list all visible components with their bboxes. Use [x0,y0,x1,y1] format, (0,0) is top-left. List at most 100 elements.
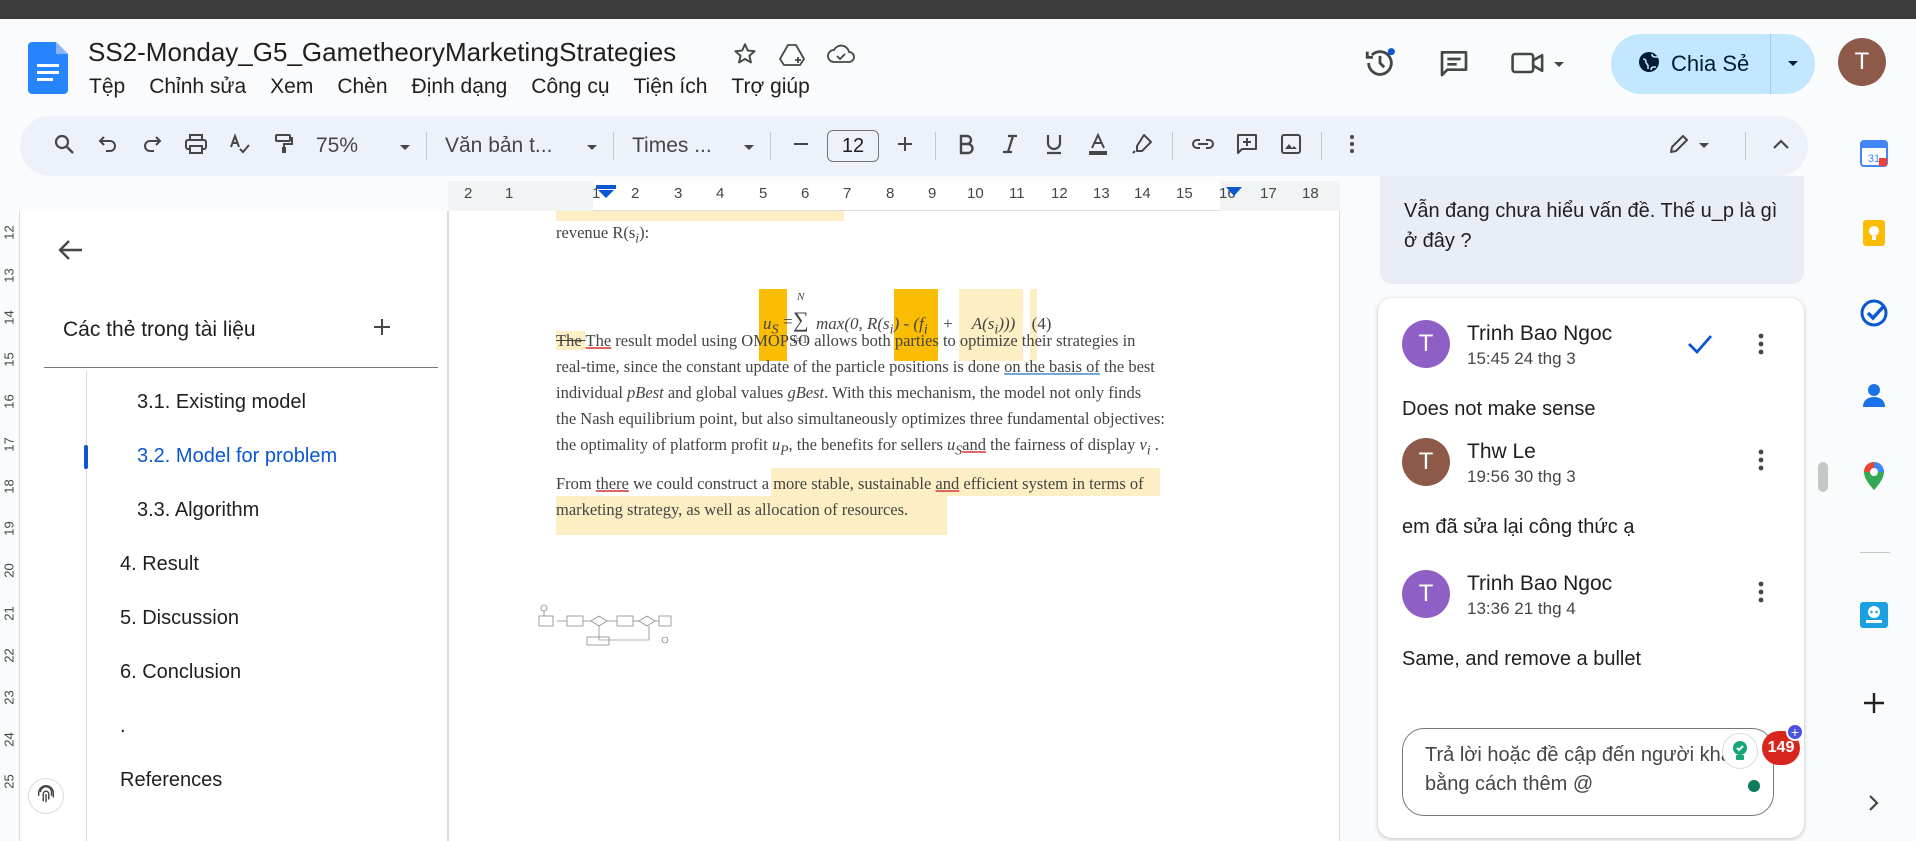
text-run: and global values [663,383,788,402]
avatar: T [1402,570,1450,618]
close-outline-button[interactable] [54,235,88,269]
chevron-up-icon [1771,137,1791,156]
comment-more-button[interactable] [1743,328,1779,364]
menu-help[interactable]: Trợ giúp [731,75,821,99]
comment-more-button[interactable] [1743,576,1779,612]
previous-comment-text[interactable]: Vẫn đang chưa hiểu vấn đề. Thế u_p là gì… [1380,176,1804,284]
reply-input[interactable]: Trả lời hoặc đề cập đến người khác bằng … [1402,728,1774,816]
outline-item[interactable]: 4. Result [120,553,199,576]
vruler-tick: 21 [1,606,17,621]
vruler-tick: 16 [1,394,17,409]
ruler-tick: 3 [674,185,683,202]
docs-logo-icon[interactable] [28,42,68,94]
outline-item-active[interactable]: 3.2. Model for problem [137,445,337,468]
scrollbar-thumb[interactable] [1818,462,1828,492]
print-button[interactable] [174,124,218,168]
plus-icon[interactable] [1856,685,1892,721]
cloud-saved-icon[interactable] [826,39,856,69]
outline-item[interactable]: . [120,715,126,738]
outline-item[interactable]: 6. Conclusion [120,661,241,684]
font-size-input[interactable]: 12 [827,130,879,162]
resolve-button[interactable] [1680,326,1720,366]
add-comment-button[interactable] [1225,124,1269,168]
maps-icon[interactable] [1856,458,1892,494]
account-avatar[interactable]: T [1838,38,1886,86]
star-icon[interactable] [730,39,760,69]
redo-button[interactable] [130,124,174,168]
grammar-extension-badge[interactable]: 149 + [1722,723,1804,773]
comment-more-button[interactable] [1743,444,1779,480]
outline-item[interactable]: 3.3. Algorithm [137,499,259,522]
comments-button[interactable] [1432,35,1476,95]
italic-button[interactable] [988,124,1032,168]
menu-view[interactable]: Xem [270,75,325,99]
increase-font-size-button[interactable] [883,124,927,168]
toolbar-divider [1745,132,1746,160]
underline-button[interactable] [1032,124,1076,168]
indent-marker-icon[interactable] [594,185,618,199]
share-button[interactable]: Chia Sẻ [1611,34,1815,94]
horizontal-ruler[interactable]: 2 1 1 2 3 4 5 6 7 8 9 10 11 12 13 14 15 … [448,181,1340,211]
decrease-font-size-button[interactable] [779,124,823,168]
contacts-icon[interactable] [1856,377,1892,413]
calendar-icon[interactable]: 31 [1856,135,1892,171]
document-title[interactable]: SS2-Monday_G5_GametheoryMarketingStrateg… [88,37,676,68]
side-panel-divider [1860,552,1890,553]
chevron-down-icon [1786,55,1800,73]
paragraph-line: marketing strategy, as well as allocatio… [556,500,908,520]
keep-icon[interactable] [1856,215,1892,251]
menu-edit[interactable]: Chỉnh sửa [149,75,258,99]
chevron-down-icon [1697,137,1711,155]
menu-format[interactable]: Định dạng [412,75,520,99]
outline-item[interactable]: References [120,769,222,792]
text-run: individual [556,383,628,402]
outline-item[interactable]: 5. Discussion [120,607,239,630]
insert-image-button[interactable] [1269,124,1313,168]
ruler-tick: 2 [464,185,473,202]
undo-button[interactable] [86,124,130,168]
comment-text: em đã sửa lại công thức ạ [1402,516,1635,538]
paint-format-button[interactable] [262,124,306,168]
fingerprint-button[interactable] [28,778,64,814]
share-options-button[interactable] [1771,55,1815,73]
spellcheck-button[interactable] [218,124,262,168]
paragraph-line: From there we could construct a more sta… [556,474,1144,494]
more-vertical-icon [1757,448,1765,477]
expand-panel-icon[interactable] [1856,785,1892,821]
flowchart-image[interactable] [537,604,672,649]
right-indent-marker-icon[interactable] [1226,185,1242,197]
search-menus-button[interactable] [42,124,86,168]
menu-insert[interactable]: Chèn [337,75,399,99]
paragraph-style-select[interactable]: Văn bản t... [435,126,605,166]
version-history-button[interactable] [1358,35,1402,95]
meet-button[interactable] [1510,35,1590,95]
header: SS2-Monday_G5_GametheoryMarketingStrateg… [0,19,1916,115]
menu-tools[interactable]: Công cụ [531,75,621,99]
font-select[interactable]: Times ... [622,126,762,166]
revenue-line: revenue R(si): [556,223,649,246]
editing-mode-button[interactable] [1655,124,1723,168]
math-term: v [1139,435,1147,454]
comments-icon [1438,47,1470,84]
ruler-tick: 14 [1134,185,1151,202]
avatar: T [1402,320,1450,368]
zoom-select[interactable]: 75% [306,126,418,166]
spelling-error: there [595,474,629,493]
outline-item[interactable]: 3.1. Existing model [137,391,306,414]
more-options-button[interactable] [1330,124,1374,168]
addon-icon[interactable] [1856,597,1892,633]
tasks-icon[interactable] [1856,295,1892,331]
vruler-tick: 18 [1,479,17,494]
bold-button[interactable] [944,124,988,168]
document-page[interactable]: revenue R(si): uS = N ∑ i=1 max(0, R(si)… [448,211,1340,841]
move-to-drive-icon[interactable] [778,39,808,69]
highlight-color-button[interactable] [1120,124,1164,168]
insert-link-button[interactable] [1181,124,1225,168]
add-tab-button[interactable] [365,312,399,346]
toolbar: 75% Văn bản t... Times ... 12 [20,116,1808,176]
hide-menus-button[interactable] [1754,137,1808,156]
chevron-down-icon [585,134,599,158]
menu-extensions[interactable]: Tiện ích [634,75,720,99]
menu-file[interactable]: Tệp [89,75,137,99]
text-color-button[interactable] [1076,124,1120,168]
